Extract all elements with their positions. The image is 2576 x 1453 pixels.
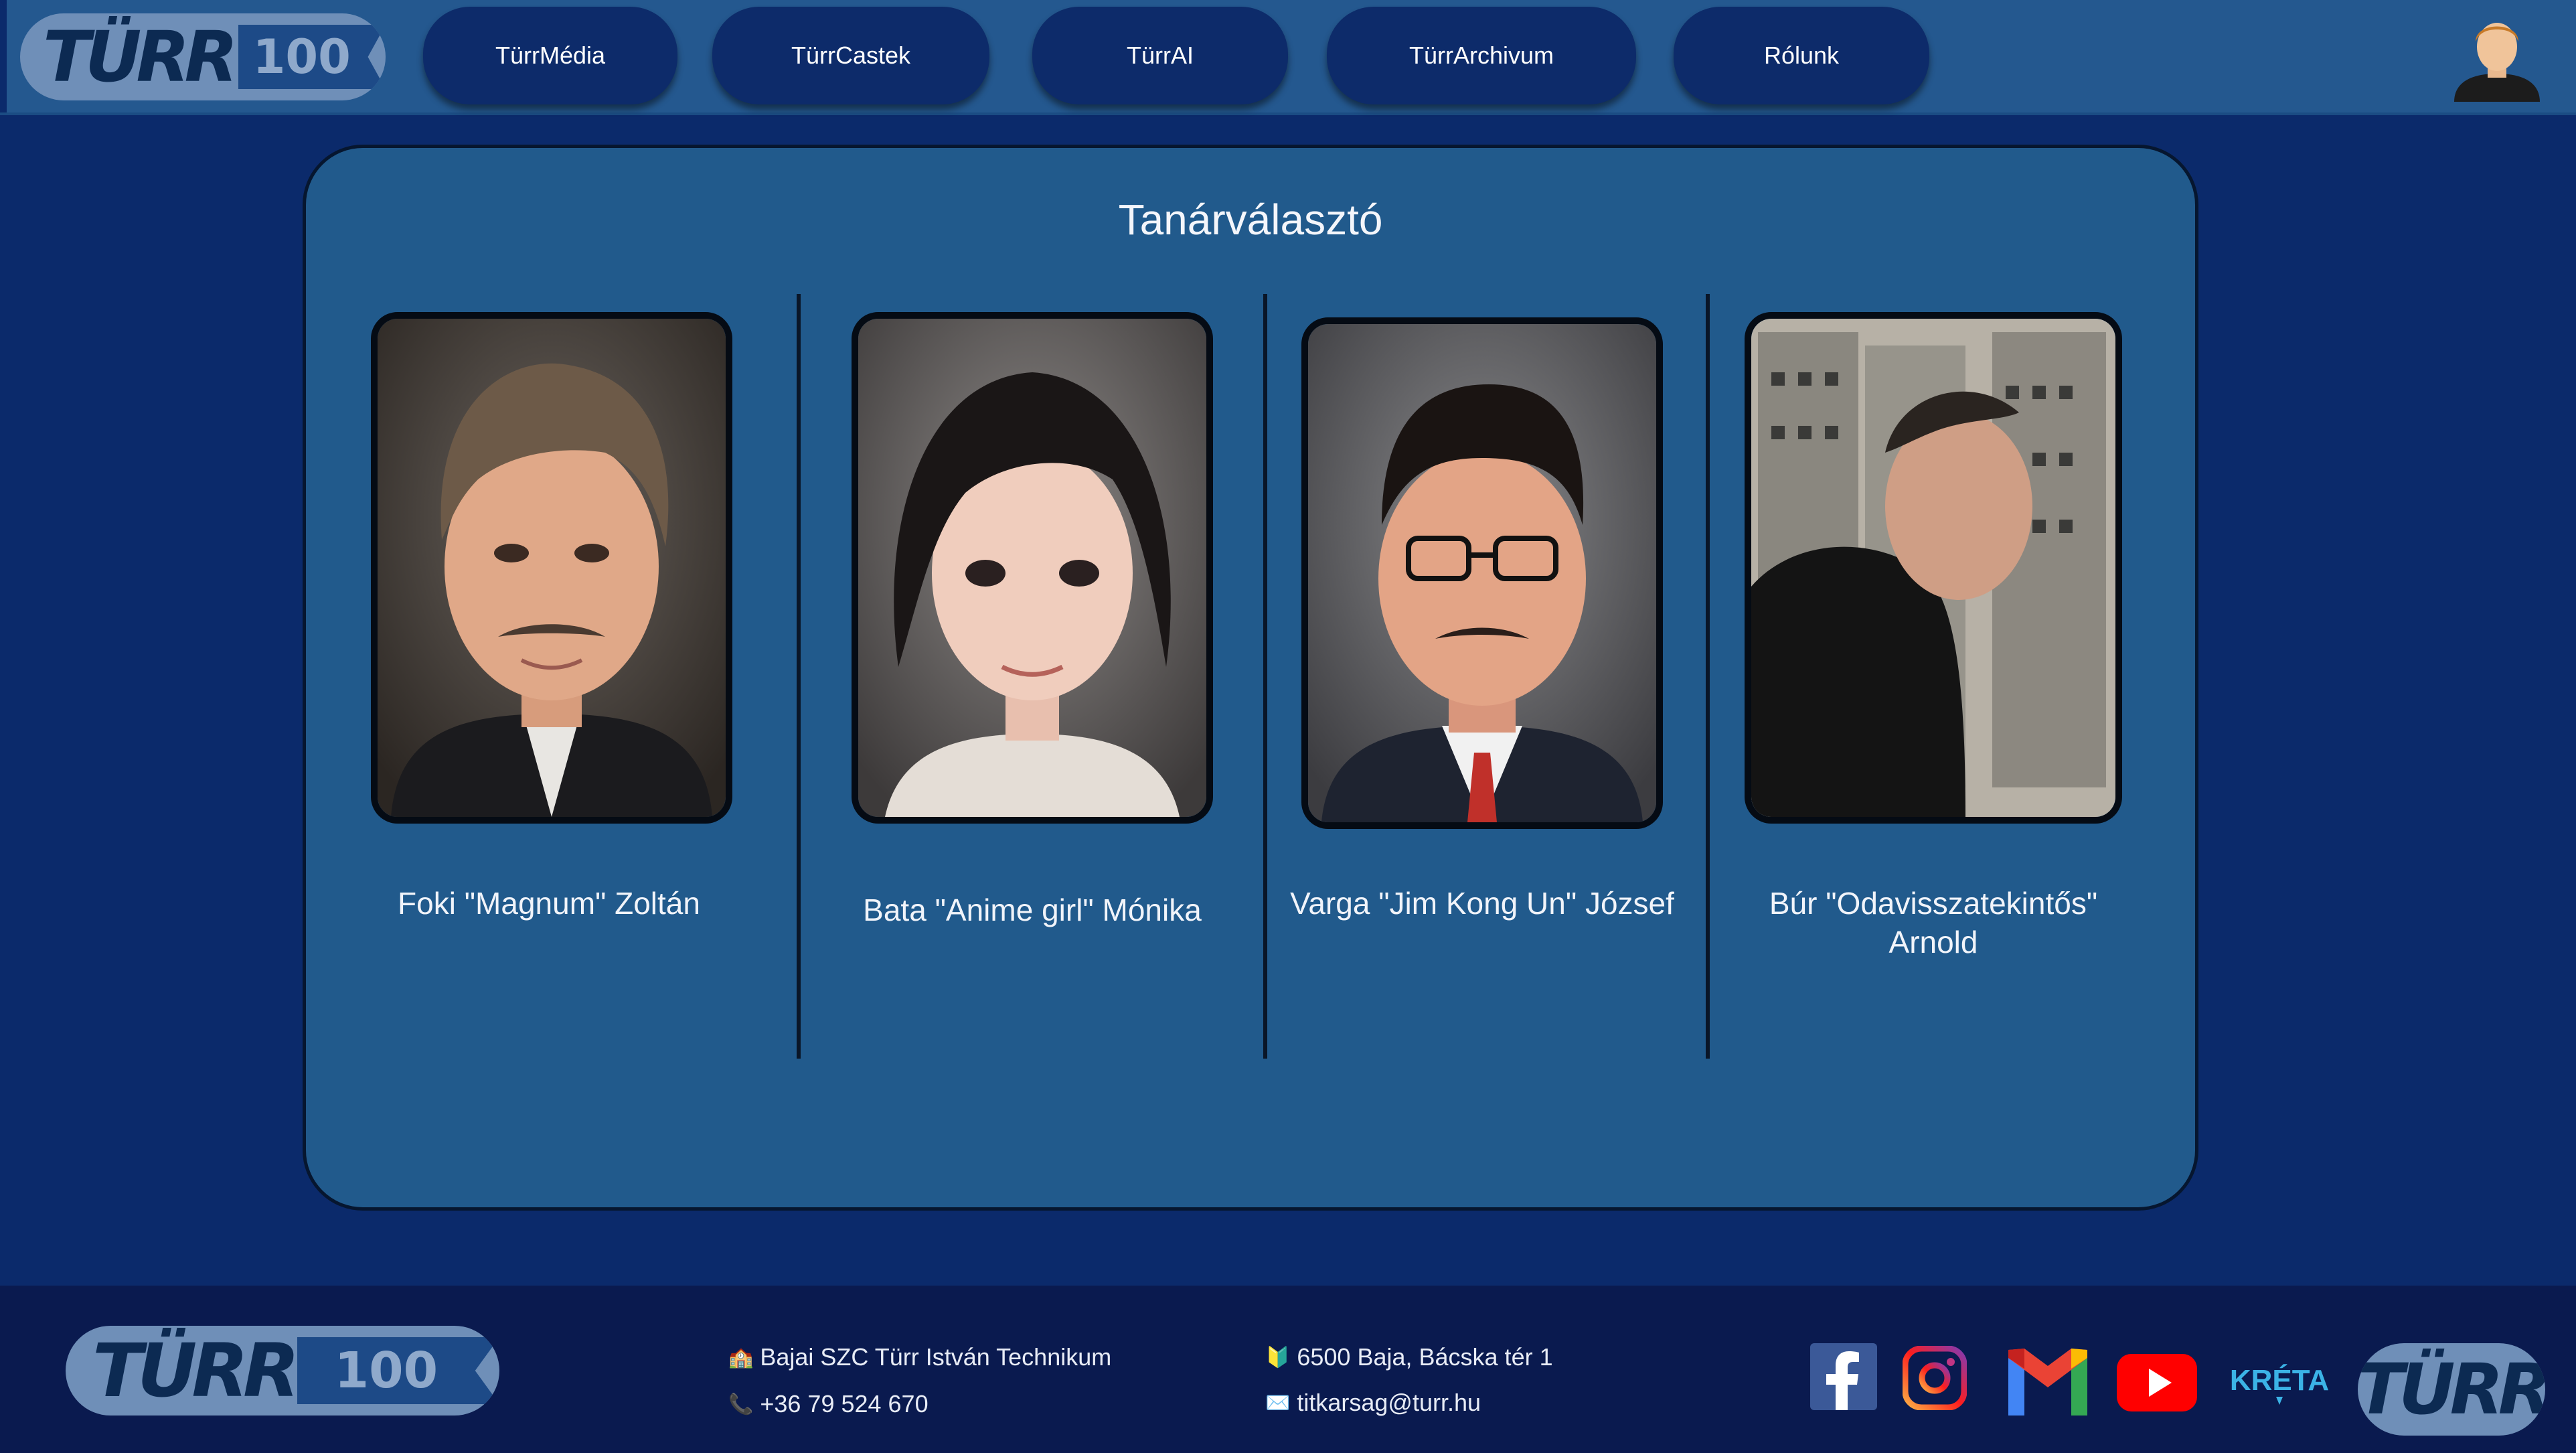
gmail-icon[interactable] <box>2004 1346 2091 1418</box>
teacher-name: Foki "Magnum" Zoltán <box>398 886 700 921</box>
phone-info[interactable]: 📞 +36 79 524 670 <box>728 1390 929 1418</box>
kreta-label: KRÉTA <box>2230 1363 2329 1397</box>
logo-word: TÜRR <box>2358 1349 2545 1430</box>
school-name: Bajai SZC Türr István Technikum <box>760 1343 1112 1371</box>
nav-turrarchivum-button[interactable]: TürrArchivum <box>1327 7 1636 104</box>
nav-turrcastek-button[interactable]: TürrCastek <box>712 7 989 104</box>
logo-number: 100 <box>297 1337 499 1404</box>
logo-word: TÜRR <box>43 16 238 98</box>
footer-turr100-logo[interactable]: TÜRR 100 <box>66 1326 499 1416</box>
logo-word: TÜRR <box>92 1328 300 1413</box>
address-info: 🔰 6500 Baja, Bácska tér 1 <box>1265 1343 1553 1371</box>
instagram-icon[interactable] <box>1902 1345 1967 1413</box>
location-icon: 🔰 <box>1265 1346 1291 1369</box>
teacher-name: Búr "Odavisszatekintős" Arnold <box>1769 886 2098 960</box>
teacher-photo[interactable] <box>371 312 732 824</box>
address-text: 6500 Baja, Bácska tér 1 <box>1297 1343 1553 1371</box>
top-navbar: TÜRR 100 TürrMédia TürrCastek TürrAI Tür… <box>0 0 2576 115</box>
teacher-name: Bata "Anime girl" Mónika <box>863 893 1202 927</box>
school-building-icon: 🏫 <box>728 1346 754 1369</box>
teacher-photo[interactable] <box>852 312 1213 824</box>
facebook-icon[interactable] <box>1810 1343 1877 1413</box>
user-avatar-icon[interactable] <box>2450 12 2544 102</box>
footer-turr-small-logo[interactable]: TÜRR <box>2358 1343 2545 1436</box>
nav-turrmedia-button[interactable]: TürrMédia <box>423 7 677 104</box>
turr100-logo[interactable]: TÜRR 100 <box>20 13 386 100</box>
column-divider <box>1263 294 1267 1059</box>
kreta-icon[interactable]: KRÉTA <box>2229 1362 2330 1411</box>
phone-number: +36 79 524 670 <box>760 1390 929 1418</box>
teacher-photo[interactable] <box>1301 317 1663 829</box>
email-info[interactable]: ✉️ titkarsag@turr.hu <box>1265 1389 1481 1417</box>
column-divider <box>1706 294 1710 1059</box>
email-text: titkarsag@turr.hu <box>1297 1389 1481 1416</box>
school-info: 🏫 Bajai SZC Türr István Technikum <box>728 1343 1111 1371</box>
teacher-photo[interactable] <box>1745 312 2122 824</box>
youtube-icon[interactable] <box>2117 1354 2197 1414</box>
logo-number: 100 <box>238 25 386 89</box>
navbar-edge <box>0 0 7 112</box>
nav-rolunk-button[interactable]: Rólunk <box>1674 7 1929 104</box>
nav-turrai-button[interactable]: TürrAI <box>1032 7 1288 104</box>
mail-icon: ✉️ <box>1265 1391 1291 1414</box>
teacher-name: Varga "Jim Kong Un" József <box>1290 886 1674 921</box>
column-divider <box>797 294 801 1059</box>
phone-icon: 📞 <box>728 1393 754 1416</box>
page-title: Tanárválasztó <box>1118 196 1383 244</box>
